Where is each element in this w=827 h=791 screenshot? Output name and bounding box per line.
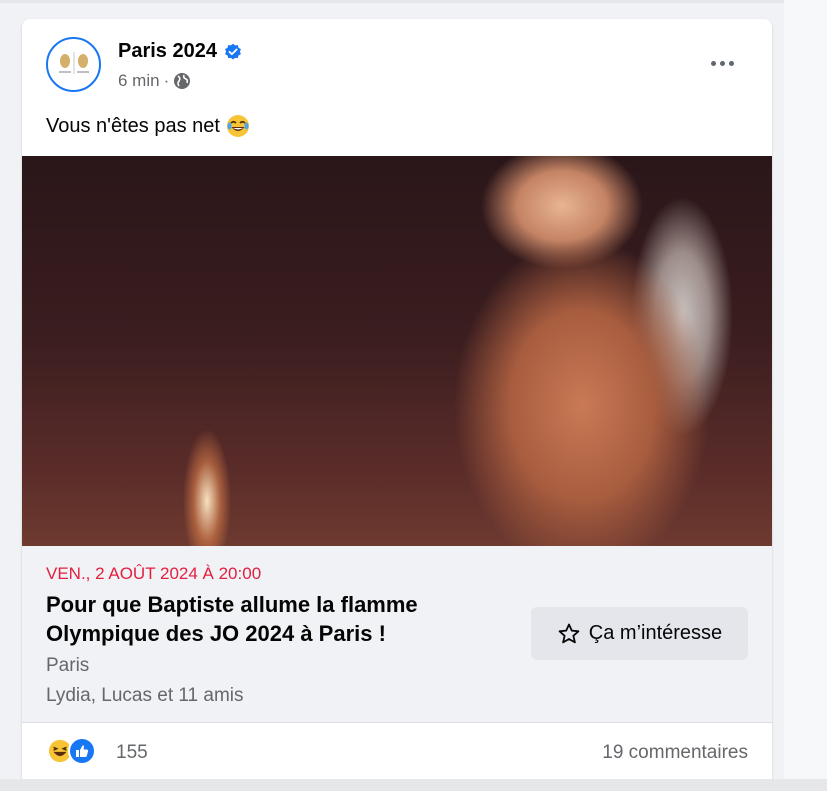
laughing-emoji-icon xyxy=(226,115,249,137)
post-footer: 155 19 commentaires xyxy=(22,723,772,783)
post-time[interactable]: 6 min xyxy=(118,71,160,91)
page-avatar[interactable] xyxy=(46,37,101,92)
event-friends: Lydia, Lucas et 11 amis xyxy=(46,685,244,706)
star-icon xyxy=(558,623,580,643)
page-name[interactable]: Paris 2024 xyxy=(118,40,242,63)
caption-text: Vous n'êtes pas net xyxy=(46,114,220,137)
globe-icon xyxy=(174,73,191,89)
interested-button-label: Ça m’intéresse xyxy=(588,622,723,644)
verified-badge-icon xyxy=(225,43,241,60)
paris-2024-logo-icon xyxy=(58,51,89,74)
reaction-count[interactable]: 155 xyxy=(116,742,148,764)
meta-separator: · xyxy=(163,71,170,90)
event-details[interactable]: VEN., 2 AOÛT 2024 À 20:00 Pour que Bapti… xyxy=(22,546,772,723)
event-cover-image[interactable] xyxy=(22,156,772,546)
reaction-icons[interactable] xyxy=(46,737,96,765)
post-meta: 6 min · xyxy=(118,71,191,91)
page-name-text[interactable]: Paris 2024 xyxy=(118,40,217,63)
like-reaction-icon xyxy=(68,737,96,765)
post-caption: Vous n'êtes pas net xyxy=(46,114,250,138)
comments-count[interactable]: 19 commentaires xyxy=(602,742,748,764)
right-gutter xyxy=(784,0,827,791)
interested-button[interactable]: Ça m’intéresse xyxy=(531,607,748,660)
post-card: Paris 2024 6 min · Vous n'êtes pas net V… xyxy=(22,19,772,791)
event-location: Paris xyxy=(46,655,90,676)
event-title[interactable]: Pour que Baptiste allume la flamme Olymp… xyxy=(46,590,496,648)
bottom-edge xyxy=(0,779,827,791)
top-divider xyxy=(0,0,827,3)
event-date: VEN., 2 AOÛT 2024 À 20:00 xyxy=(46,564,262,583)
more-options-icon[interactable] xyxy=(705,52,739,74)
